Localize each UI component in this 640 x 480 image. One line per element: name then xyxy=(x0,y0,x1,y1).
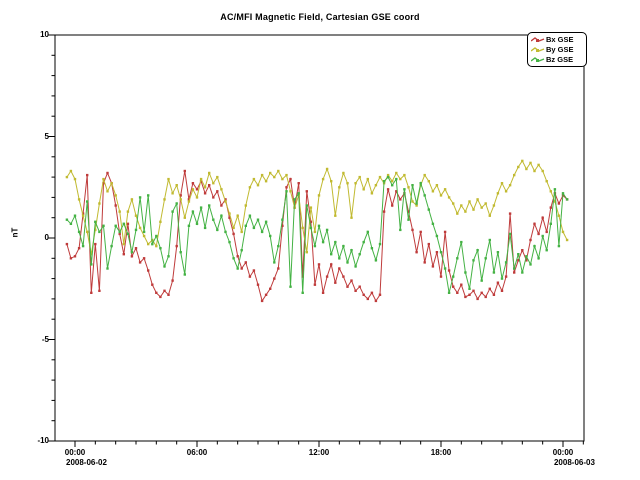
legend-label-bx: Bx GSE xyxy=(546,35,574,44)
x-tick-label: 18:00 xyxy=(421,448,461,457)
y-tick-label: 0 xyxy=(15,233,49,242)
x-date-label: 2008-06-02 xyxy=(66,458,126,467)
legend-label-bz: Bz GSE xyxy=(546,55,573,64)
series-by-line xyxy=(67,161,567,254)
legend-item-by: By GSE xyxy=(531,45,584,54)
x-tick-label: 06:00 xyxy=(177,448,217,457)
x-tick-label: 00:00 xyxy=(543,448,583,457)
x-tick-label: 00:00 xyxy=(55,448,95,457)
magnetic-field-chart: AC/MFI Magnetic Field, Cartesian GSE coo… xyxy=(0,0,640,480)
legend-label-by: By GSE xyxy=(546,45,574,54)
y-tick-label: 5 xyxy=(15,132,49,141)
x-tick-label: 12:00 xyxy=(299,448,339,457)
bz-line-sample-icon xyxy=(531,56,545,64)
legend-item-bz: Bz GSE xyxy=(531,55,584,64)
plot-area xyxy=(0,0,640,480)
y-tick-label: -10 xyxy=(15,436,49,445)
legend-item-bx: Bx GSE xyxy=(531,35,584,44)
by-line-sample-icon xyxy=(531,46,545,54)
y-tick-label: -5 xyxy=(15,335,49,344)
y-tick-label: 10 xyxy=(15,30,49,39)
x-date-label: 2008-06-03 xyxy=(554,458,614,467)
bx-line-sample-icon xyxy=(531,36,545,44)
legend: Bx GSE By GSE Bz GSE xyxy=(527,32,587,67)
